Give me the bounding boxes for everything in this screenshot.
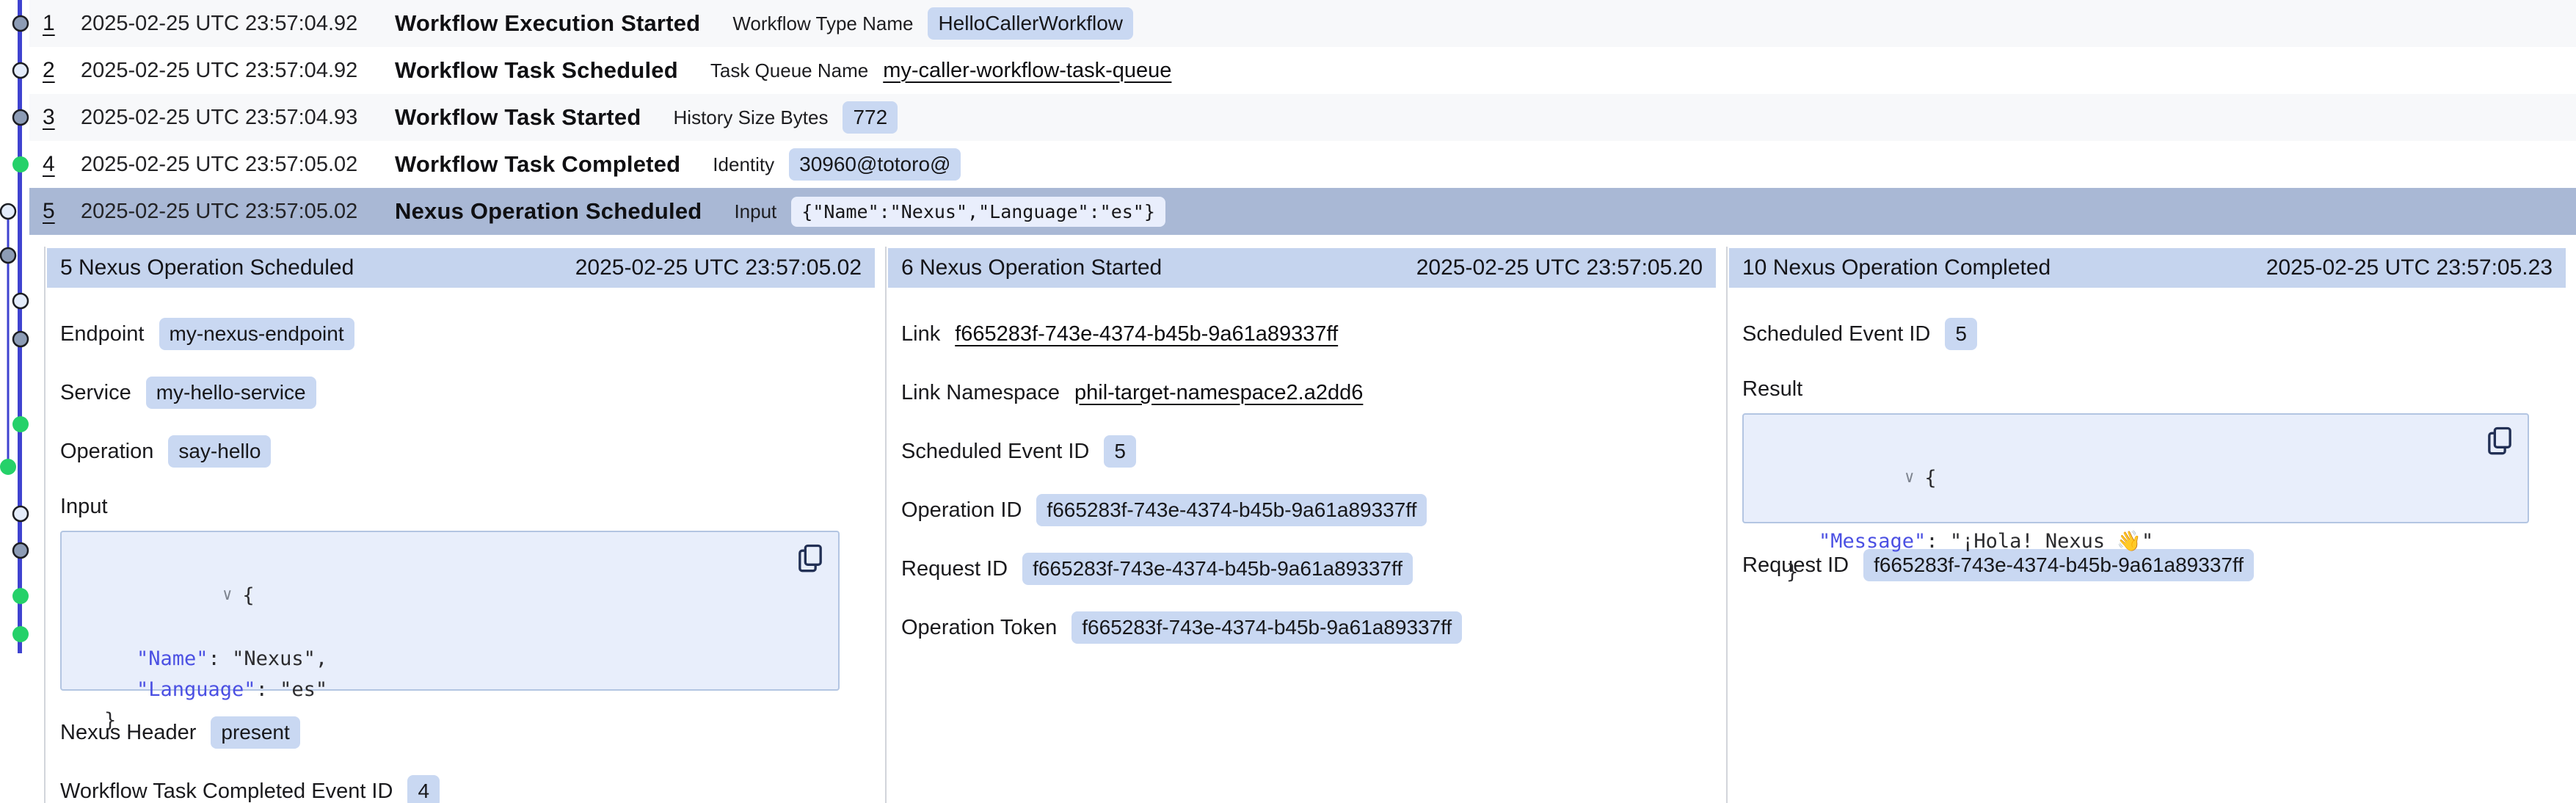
event-status-marker-green xyxy=(12,416,29,432)
panel-body: Scheduled Event ID 5 Result ∨{ "Message"… xyxy=(1728,288,2576,582)
event-type: Workflow Task Started xyxy=(395,104,641,131)
panel-nexus-operation-completed: 10 Nexus Operation Completed 2025-02-25 … xyxy=(1726,247,2576,803)
operation-token-label: Operation Token xyxy=(901,616,1057,640)
event-id-link[interactable]: 3 xyxy=(43,105,62,130)
event-detail-label: Input xyxy=(734,200,776,223)
copy-icon[interactable] xyxy=(796,542,825,575)
scheduled-event-id-label: Scheduled Event ID xyxy=(1742,322,1930,346)
event-status-marker-slate xyxy=(1,248,15,263)
task-queue-link[interactable]: my-caller-workflow-task-queue xyxy=(883,59,1171,83)
event-id-link[interactable]: 1 xyxy=(43,11,62,36)
event-status-marker-slate xyxy=(13,110,28,125)
event-row-2[interactable]: 2 2025-02-25 UTC 23:57:04.92 Workflow Ta… xyxy=(29,47,2576,94)
event-status-marker-slate xyxy=(13,543,28,558)
scheduled-event-id-badge: 5 xyxy=(1104,435,1136,468)
panel-timestamp: 2025-02-25 UTC 23:57:05.23 xyxy=(2266,255,2553,280)
event-type: Workflow Execution Started xyxy=(395,10,700,37)
link-namespace-link[interactable]: phil-target-namespace2.a2dd6 xyxy=(1074,381,1363,405)
event-detail-label: History Size Bytes xyxy=(674,106,829,129)
scheduled-event-id-badge: 5 xyxy=(1945,318,1977,350)
panel-nexus-operation-started: 6 Nexus Operation Started 2025-02-25 UTC… xyxy=(885,247,1726,803)
event-type: Workflow Task Scheduled xyxy=(395,57,678,84)
input-json-viewer: ∨{ "Name": "Nexus", "Language": "es" } xyxy=(60,531,840,691)
wf-task-completed-event-id-badge: 4 xyxy=(407,775,440,803)
request-id-label: Request ID xyxy=(901,557,1008,581)
panel-title: 5 Nexus Operation Scheduled xyxy=(60,255,354,280)
event-timestamp: 2025-02-25 UTC 23:57:05.02 xyxy=(81,153,365,177)
collapse-chevron-icon[interactable]: ∨ xyxy=(222,580,232,611)
event-status-marker-green xyxy=(12,156,29,172)
panel-timestamp: 2025-02-25 UTC 23:57:05.20 xyxy=(1416,255,1703,280)
input-section-label: Input xyxy=(60,495,885,519)
panel-body: Link f665283f-743e-4374-b45b-9a61a89337f… xyxy=(887,288,1726,644)
panel-header: 10 Nexus Operation Completed 2025-02-25 … xyxy=(1729,248,2566,288)
event-detail-label: Workflow Type Name xyxy=(732,12,913,35)
endpoint-badge: my-nexus-endpoint xyxy=(159,318,354,350)
event-row-5-selected[interactable]: 5 2025-02-25 UTC 23:57:05.02 Nexus Opera… xyxy=(29,188,2576,235)
event-row-1[interactable]: 1 2025-02-25 UTC 23:57:04.92 Workflow Ex… xyxy=(29,0,2576,47)
link-value-link[interactable]: f665283f-743e-4374-b45b-9a61a89337ff xyxy=(955,322,1338,346)
event-status-marker-light xyxy=(1,204,15,219)
scheduled-event-id-label: Scheduled Event ID xyxy=(901,440,1089,464)
operation-token-badge: f665283f-743e-4374-b45b-9a61a89337ff xyxy=(1071,611,1462,644)
event-detail-label: Identity xyxy=(713,153,774,176)
event-type: Nexus Operation Scheduled xyxy=(395,198,702,225)
service-badge: my-hello-service xyxy=(146,377,316,409)
event-timestamp: 2025-02-25 UTC 23:57:04.93 xyxy=(81,106,365,130)
event-detail-badge: 30960@totoro@ xyxy=(789,148,961,181)
event-status-marker-light xyxy=(13,506,28,521)
link-namespace-label: Link Namespace xyxy=(901,381,1060,405)
event-status-marker-slate xyxy=(13,16,28,31)
request-id-badge: f665283f-743e-4374-b45b-9a61a89337ff xyxy=(1022,553,1413,585)
event-timeline-graph xyxy=(0,0,44,803)
panel-body: Endpoint my-nexus-endpoint Service my-he… xyxy=(46,288,885,803)
event-timestamp: 2025-02-25 UTC 23:57:04.92 xyxy=(81,12,365,36)
link-label: Link xyxy=(901,322,940,346)
operation-badge: say-hello xyxy=(168,435,271,468)
event-detail-badge: 772 xyxy=(843,101,898,134)
event-status-marker-slate xyxy=(13,332,28,346)
panel-header: 5 Nexus Operation Scheduled 2025-02-25 U… xyxy=(47,248,875,288)
event-status-marker-light xyxy=(13,294,28,308)
event-timestamp: 2025-02-25 UTC 23:57:04.92 xyxy=(81,59,365,83)
event-history-list: 1 2025-02-25 UTC 23:57:04.92 Workflow Ex… xyxy=(29,0,2576,235)
panel-title: 10 Nexus Operation Completed xyxy=(1742,255,2051,280)
service-label: Service xyxy=(60,381,131,405)
panel-nexus-operation-scheduled: 5 Nexus Operation Scheduled 2025-02-25 U… xyxy=(44,247,885,803)
wf-task-completed-event-id-label: Workflow Task Completed Event ID xyxy=(60,780,393,803)
event-detail-label: Task Queue Name xyxy=(710,59,868,82)
event-id-link[interactable]: 2 xyxy=(43,58,62,83)
event-row-4[interactable]: 4 2025-02-25 UTC 23:57:05.02 Workflow Ta… xyxy=(29,141,2576,188)
event-row-3[interactable]: 3 2025-02-25 UTC 23:57:04.93 Workflow Ta… xyxy=(29,94,2576,141)
event-detail-panels: 5 Nexus Operation Scheduled 2025-02-25 U… xyxy=(44,247,2576,803)
event-timestamp: 2025-02-25 UTC 23:57:05.02 xyxy=(81,200,365,224)
event-status-marker-green xyxy=(12,626,29,642)
operation-label: Operation xyxy=(60,440,153,464)
event-status-marker-light xyxy=(13,63,28,78)
result-json-viewer: ∨{ "Message": "¡Hola! Nexus 👋" } xyxy=(1742,413,2529,523)
panel-header: 6 Nexus Operation Started 2025-02-25 UTC… xyxy=(888,248,1716,288)
endpoint-label: Endpoint xyxy=(60,322,145,346)
event-id-link[interactable]: 4 xyxy=(43,152,62,177)
event-input-badge: {"Name":"Nexus","Language":"es"} xyxy=(791,197,1165,227)
collapse-chevron-icon[interactable]: ∨ xyxy=(1904,462,1914,493)
event-status-marker-green xyxy=(0,459,16,475)
event-type: Workflow Task Completed xyxy=(395,151,680,178)
result-section-label: Result xyxy=(1742,377,2576,402)
panel-title: 6 Nexus Operation Started xyxy=(901,255,1162,280)
copy-icon[interactable] xyxy=(2485,425,2514,457)
operation-id-label: Operation ID xyxy=(901,498,1022,523)
event-detail-badge: HelloCallerWorkflow xyxy=(928,7,1133,40)
event-id-link[interactable]: 5 xyxy=(43,199,62,224)
operation-id-badge: f665283f-743e-4374-b45b-9a61a89337ff xyxy=(1036,494,1427,526)
workflow-history-view: { "colors": { "selected_row_bg": "#a9b8d… xyxy=(0,0,2576,803)
event-status-marker-green xyxy=(12,588,29,604)
panel-timestamp: 2025-02-25 UTC 23:57:05.02 xyxy=(575,255,862,280)
